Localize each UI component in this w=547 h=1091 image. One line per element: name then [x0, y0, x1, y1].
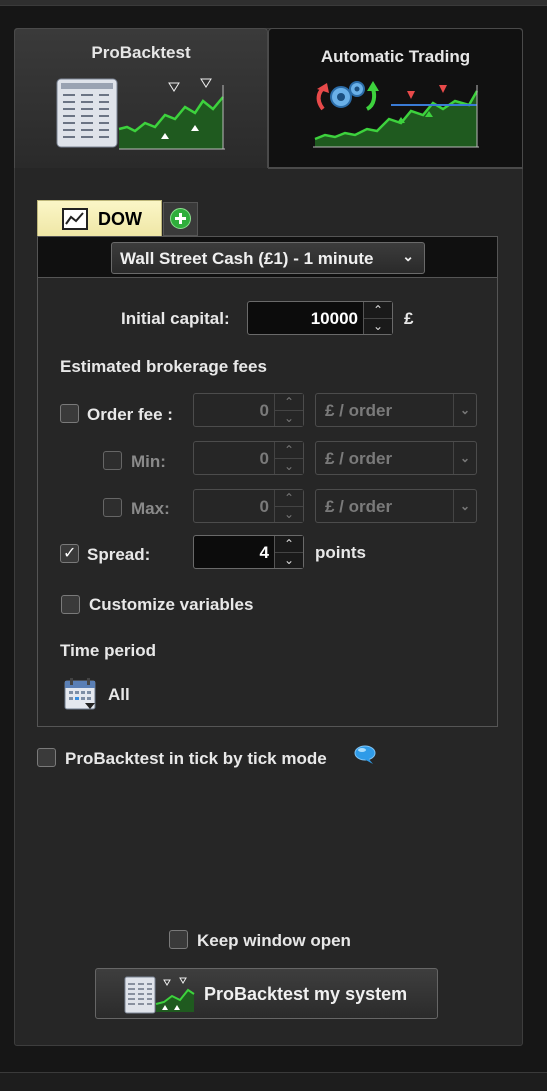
initial-capital-value: 10000	[310, 309, 358, 328]
keep-window-open-checkbox[interactable]	[169, 930, 188, 949]
min-fee-label: Min:	[131, 452, 166, 471]
min-fee-checkbox[interactable]	[103, 451, 122, 470]
stepper-up-icon[interactable]: ⌃	[275, 394, 303, 411]
stepper-arrows[interactable]: ⌃ ⌄	[274, 394, 303, 426]
probacktest-chart-icon	[56, 78, 225, 150]
max-fee-checkbox[interactable]	[103, 498, 122, 517]
probacktest-icon	[124, 976, 195, 1014]
stepper-up-icon[interactable]: ⌃	[275, 442, 303, 459]
order-fee-stepper[interactable]: 0 ⌃ ⌄	[193, 393, 304, 427]
window-bottom-edge	[0, 1072, 547, 1091]
spread-label: Spread:	[87, 545, 151, 564]
time-period-value[interactable]: All	[108, 685, 130, 705]
tab-probacktest-label: ProBacktest	[91, 43, 191, 62]
spread-stepper[interactable]: 4 ⌃ ⌄	[193, 535, 304, 569]
stepper-down-icon[interactable]: ⌄	[364, 318, 392, 334]
min-fee-unit-select[interactable]: £ / order ⌄	[315, 441, 477, 475]
spread-unit: points	[315, 543, 366, 562]
time-period-heading: Time period	[60, 641, 157, 660]
customize-variables-label: Customize variables	[89, 595, 254, 614]
min-fee-stepper[interactable]: 0 ⌃ ⌄	[193, 441, 304, 475]
chevron-down-icon: ⌄	[453, 490, 476, 522]
keep-window-open-label: Keep window open	[197, 931, 351, 950]
instrument-select[interactable]: Wall Street Cash (£1) - 1 minute ⌄	[111, 242, 425, 274]
capital-currency: £	[404, 309, 414, 328]
initial-capital-stepper[interactable]: 10000 ⌃ ⌄	[247, 301, 393, 335]
stepper-down-icon[interactable]: ⌄	[275, 552, 303, 568]
max-fee-unit: £ / order	[325, 497, 393, 516]
calendar-icon[interactable]	[64, 677, 98, 711]
stepper-down-icon[interactable]: ⌄	[275, 506, 303, 522]
tab-probacktest[interactable]: ProBacktest	[14, 28, 268, 168]
plus-icon	[170, 208, 191, 229]
order-fee-value: 0	[259, 401, 269, 420]
line-chart-icon	[62, 208, 88, 230]
stepper-arrows[interactable]: ⌃ ⌄	[363, 302, 392, 334]
probacktest-my-system-button[interactable]: ProBacktest my system	[95, 968, 438, 1019]
probacktest-my-system-label: ProBacktest my system	[204, 984, 408, 1004]
chevron-down-icon: ⌄	[453, 394, 476, 426]
stepper-up-icon[interactable]: ⌃	[275, 536, 303, 553]
order-fee-checkbox[interactable]	[60, 404, 79, 423]
stepper-arrows[interactable]: ⌃ ⌄	[274, 442, 303, 474]
instrument-tab-label: DOW	[98, 209, 142, 229]
order-fee-label: Order fee :	[87, 405, 173, 424]
tick-mode-label: ProBacktest in tick by tick mode	[65, 749, 327, 768]
stepper-up-icon[interactable]: ⌃	[364, 302, 392, 319]
max-fee-value: 0	[259, 497, 269, 516]
tab-underline	[268, 167, 523, 169]
order-fee-unit: £ / order	[325, 401, 393, 420]
stepper-down-icon[interactable]: ⌄	[275, 410, 303, 426]
add-instrument-button[interactable]	[163, 202, 198, 236]
customize-variables-checkbox[interactable]	[61, 595, 80, 614]
info-bubble-icon[interactable]	[354, 745, 376, 765]
stepper-arrows[interactable]: ⌃ ⌄	[274, 536, 303, 568]
tab-automatic-trading[interactable]: Automatic Trading	[268, 28, 523, 168]
spread-value: 4	[259, 543, 269, 562]
max-fee-unit-select[interactable]: £ / order ⌄	[315, 489, 477, 523]
stepper-up-icon[interactable]: ⌃	[275, 490, 303, 507]
instrument-tab-dow[interactable]: DOW	[37, 200, 162, 236]
automatic-trading-gears-icon	[313, 81, 479, 148]
min-fee-unit: £ / order	[325, 449, 393, 468]
order-fee-unit-select[interactable]: £ / order ⌄	[315, 393, 477, 427]
fees-heading: Estimated brokerage fees	[60, 357, 267, 376]
tab-automatic-trading-label: Automatic Trading	[320, 47, 471, 66]
max-fee-label: Max:	[131, 499, 170, 518]
window-top-edge	[0, 0, 547, 6]
stepper-arrows[interactable]: ⌃ ⌄	[274, 490, 303, 522]
instrument-select-label: Wall Street Cash (£1) - 1 minute	[120, 249, 374, 268]
chevron-down-icon: ⌄	[453, 442, 476, 474]
stepper-down-icon[interactable]: ⌄	[275, 458, 303, 474]
tick-mode-checkbox[interactable]	[37, 748, 56, 767]
chevron-down-icon: ⌄	[402, 248, 414, 264]
initial-capital-label: Initial capital:	[121, 309, 230, 328]
spread-checkbox[interactable]	[60, 543, 79, 563]
max-fee-stepper[interactable]: 0 ⌃ ⌄	[193, 489, 304, 523]
min-fee-value: 0	[259, 449, 269, 468]
